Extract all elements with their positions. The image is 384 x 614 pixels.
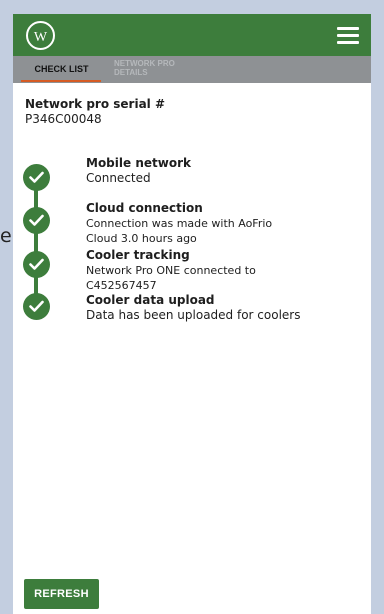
svg-text:W: W — [34, 30, 48, 45]
tab-check-list[interactable]: CHECK LIST — [16, 56, 107, 83]
app-screen: W CHECK LIST NETWORK PRO DETAILS Network… — [13, 14, 371, 614]
checklist-item-status: Connection was made with AoFrio — [86, 217, 273, 230]
checklist-item-status: Connected — [86, 171, 151, 185]
checklist-item-title: Mobile network — [86, 156, 191, 170]
check-circle-icon — [23, 293, 50, 320]
serial-label: Network pro serial # — [25, 97, 166, 111]
checklist-item-status: Network Pro ONE connected to — [86, 264, 256, 277]
checklist-item: Cooler tracking Network Pro ONE connecte… — [86, 248, 366, 293]
tab-bar: CHECK LIST NETWORK PRO DETAILS — [13, 56, 371, 83]
checklist: Mobile network Connected Cloud connectio… — [21, 156, 361, 334]
hamburger-menu-icon[interactable] — [337, 27, 359, 44]
checklist-item-status: Data has been uploaded for coolers — [86, 308, 301, 322]
checklist-item: Mobile network Connected — [86, 156, 366, 186]
checklist-item: Cloud connection Connection was made wit… — [86, 201, 366, 246]
app-bar: W — [13, 14, 371, 56]
checklist-item: Cooler data upload Data has been uploade… — [86, 293, 366, 323]
active-tab-indicator — [21, 80, 101, 82]
check-circle-icon — [23, 251, 50, 278]
tab-network-pro-details-label: NETWORK PRO DETAILS — [114, 59, 175, 77]
refresh-button[interactable]: REFRESH — [24, 579, 99, 609]
stray-text: e. — [0, 225, 18, 247]
check-circle-icon — [23, 164, 50, 191]
serial-section: Network pro serial # P346C00048 — [25, 97, 361, 127]
serial-value: P346C00048 — [25, 112, 102, 126]
check-circle-icon — [23, 207, 50, 234]
tab-network-pro-details[interactable]: NETWORK PRO DETAILS — [114, 56, 204, 83]
checklist-item-title: Cloud connection — [86, 201, 203, 215]
timeline-connector — [34, 178, 38, 308]
checklist-item-title: Cooler data upload — [86, 293, 215, 307]
checklist-item-title: Cooler tracking — [86, 248, 190, 262]
checklist-item-status: Cloud 3.0 hours ago — [86, 232, 197, 245]
checklist-item-status: C452567457 — [86, 279, 157, 292]
wilbur-logo-icon: W — [26, 21, 55, 50]
tab-check-list-label: CHECK LIST — [34, 64, 89, 74]
